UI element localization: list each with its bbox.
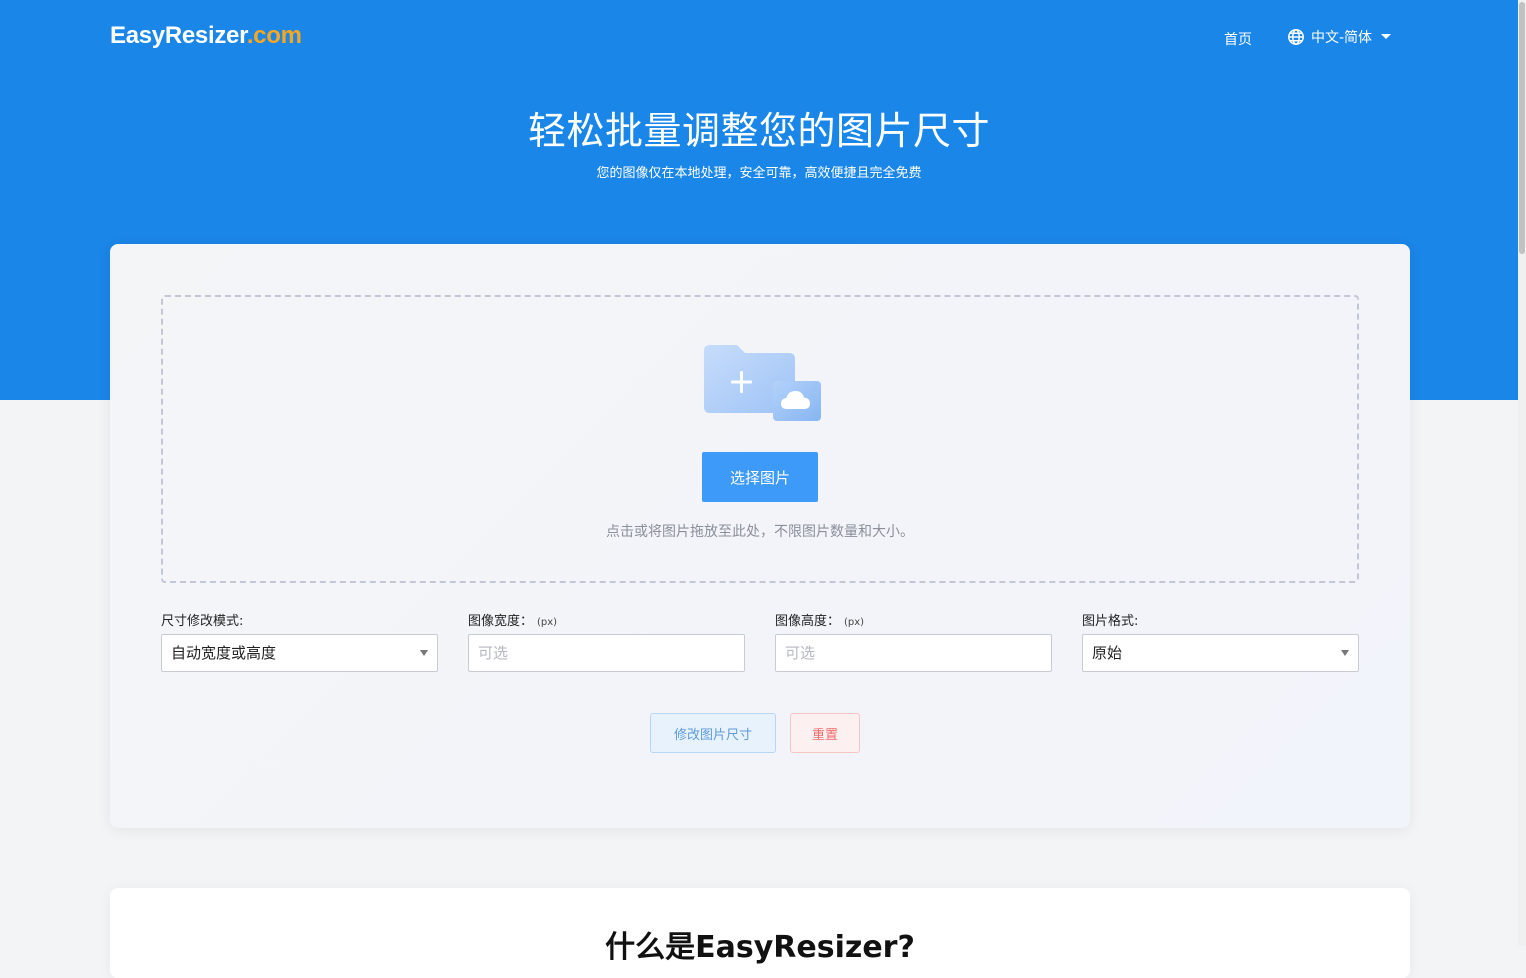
resize-mode-value: 自动宽度或高度: [171, 644, 277, 662]
about-section: 什么是EasyResizer?: [110, 888, 1410, 978]
page-title: 轻松批量调整您的图片尺寸: [527, 109, 990, 153]
about-section-title: 什么是EasyResizer?: [605, 930, 915, 965]
resize-mode-label: 尺寸修改模式:: [161, 614, 244, 629]
format-label: 图片格式:: [1082, 614, 1139, 629]
folder-upload-icon: [701, 341, 825, 425]
height-field: 图像高度： (px): [775, 612, 1052, 672]
format-field: 图片格式: 原始: [1082, 612, 1359, 672]
select-images-button[interactable]: 选择图片: [702, 452, 818, 502]
resizer-card: 选择图片 点击或将图片拖放至此处，不限图片数量和大小。 尺寸修改模式: 自动宽度…: [110, 244, 1410, 828]
globe-icon: [1287, 28, 1305, 46]
logo-text: EasyResizer: [110, 22, 247, 49]
upload-dropzone[interactable]: 选择图片 点击或将图片拖放至此处，不限图片数量和大小。: [161, 295, 1359, 583]
select-caret-icon: [1341, 650, 1349, 656]
width-label: 图像宽度： (px): [468, 612, 745, 632]
height-label: 图像高度： (px): [775, 612, 1052, 632]
logo-accent-text: .com: [246, 22, 302, 49]
page-scrollbar[interactable]: [1518, 0, 1526, 946]
nav-home-link[interactable]: 首页: [1224, 29, 1252, 49]
reset-button[interactable]: 重置: [790, 713, 860, 753]
resize-mode-select[interactable]: 自动宽度或高度: [161, 634, 438, 672]
page-subtitle: 您的图像仅在本地处理，安全可靠，高效便捷且完全免费: [596, 166, 922, 181]
language-selector[interactable]: 中文-简体: [1287, 27, 1394, 47]
resize-mode-field: 尺寸修改模式: 自动宽度或高度: [161, 612, 438, 672]
caret-down-icon: [1378, 32, 1394, 42]
language-label: 中文-简体: [1311, 30, 1373, 46]
select-caret-icon: [420, 650, 428, 656]
logo[interactable]: EasyResizer.com: [110, 22, 302, 50]
dropzone-hint: 点击或将图片拖放至此处，不限图片数量和大小。: [606, 524, 914, 540]
width-label-text: 图像宽度：: [468, 614, 534, 629]
width-field: 图像宽度： (px): [468, 612, 745, 672]
height-unit: (px): [844, 617, 865, 628]
format-select[interactable]: 原始: [1082, 634, 1359, 672]
width-input[interactable]: [468, 634, 745, 672]
height-input[interactable]: [775, 634, 1052, 672]
scrollbar-thumb[interactable]: [1519, 2, 1525, 254]
format-value: 原始: [1092, 644, 1123, 662]
width-unit: (px): [537, 617, 558, 628]
height-label-text: 图像高度：: [775, 614, 841, 629]
resize-images-button[interactable]: 修改图片尺寸: [650, 713, 776, 753]
